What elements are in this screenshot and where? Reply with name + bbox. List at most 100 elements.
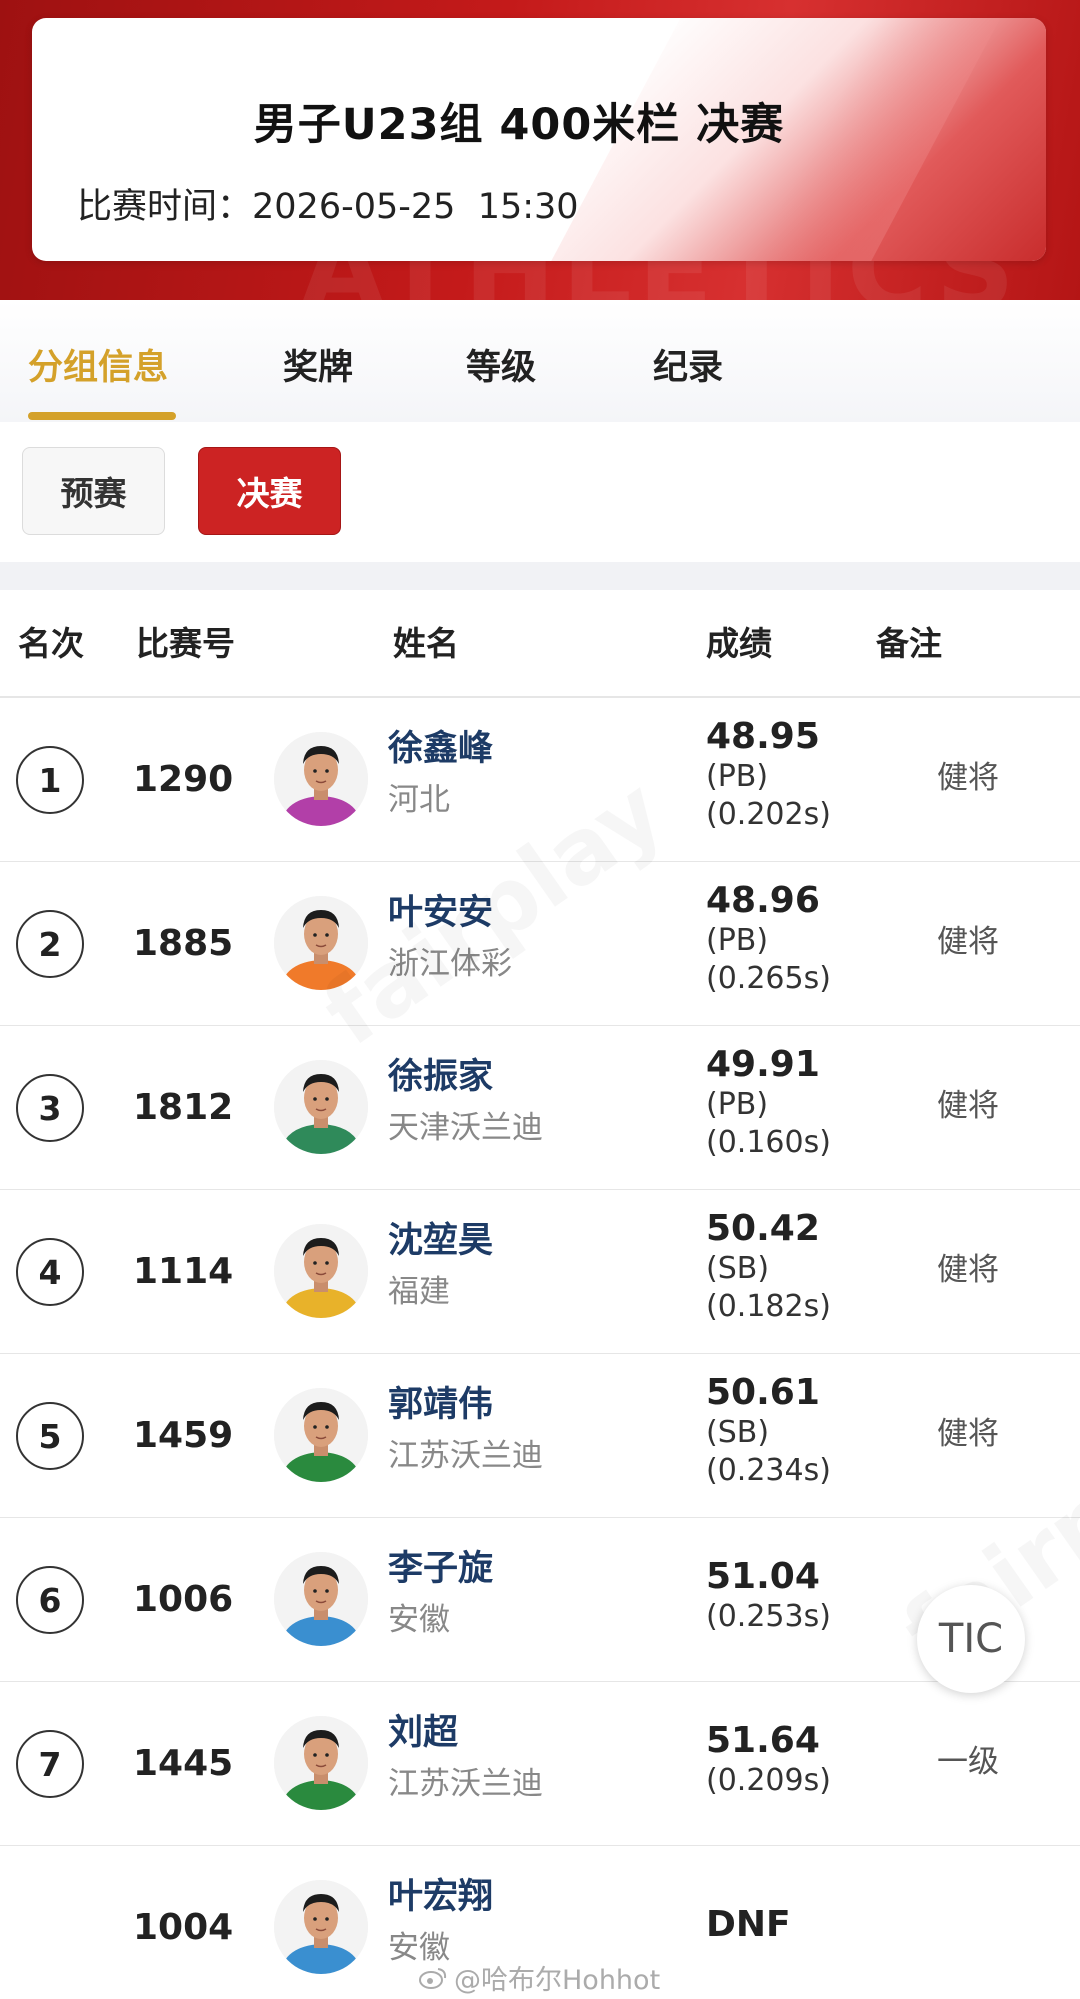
event-time-label: 比赛时间： [77, 187, 253, 227]
result-note: (SB) [706, 1251, 770, 1286]
rank-number: 5 [38, 1416, 62, 1456]
rank-badge: 6 [16, 1566, 84, 1634]
result-note: (0.234s) [706, 1453, 831, 1488]
table-row[interactable]: 4 1114 沈堃昊 福建 50.42 (SB) (0.182s) 健将 [0, 1190, 1080, 1354]
athlete-photo-icon [274, 1716, 368, 1810]
athlete-grade: 健将 [937, 1416, 999, 1452]
table-row[interactable]: 3 1812 徐振家天津沃兰迪 49.91 (PB) (0.160s) 健将 [0, 1026, 1080, 1190]
active-tab-indicator [28, 412, 176, 420]
header-banner: ATHLETICS 男子U23组 400米栏 决赛 比赛时间：2026-05-2… [0, 0, 1080, 300]
result-note: (PB) [706, 923, 769, 958]
table-row[interactable]: 2 1885 叶安安 浙江体彩 48.96 (PB) (0.265s) 健将 [0, 862, 1080, 1026]
athlete-photo-icon [274, 896, 368, 990]
tab-grades[interactable]: 等级 [466, 345, 536, 391]
tab-group-info[interactable]: 分组信息 [28, 345, 168, 391]
rank-number: 2 [38, 924, 62, 964]
result-cell: DNF [706, 1904, 791, 1946]
table-row[interactable]: 5 1459 郭靖伟 江苏沃兰迪 50.61 (SB) (0.234s) 健将 [0, 1354, 1080, 1518]
athlete-name[interactable]: 徐鑫峰 [388, 726, 493, 772]
event-card: 男子U23组 400米栏 决赛 比赛时间：2026-05-25 15:30 [32, 18, 1046, 261]
athlete-avatar [274, 1552, 368, 1646]
bib-number: 1459 [133, 1415, 234, 1456]
result-time: 48.96 [706, 880, 820, 921]
result-note: (0.182s) [706, 1289, 831, 1324]
result-time: 48.95 [706, 716, 820, 757]
weibo-icon [419, 1967, 447, 1989]
column-rank: 名次 [18, 624, 84, 663]
column-result: 成绩 [706, 624, 772, 663]
event-time: 比赛时间：2026-05-25 15:30 [77, 186, 579, 228]
rank-badge: 5 [16, 1402, 84, 1470]
athlete-name[interactable]: 刘超 [388, 1710, 458, 1756]
table-row[interactable]: 1 1290 徐鑫峰河北 48.95 (PB) (0.202s) 健将 [0, 698, 1080, 862]
athlete-avatar [274, 1716, 368, 1810]
athlete-name[interactable]: 李子旋 [388, 1546, 493, 1592]
athlete-avatar [274, 1060, 368, 1154]
column-name: 姓名 [393, 624, 459, 663]
section-divider [0, 562, 1080, 590]
credit-text: @哈布尔Hohhot [454, 1965, 661, 1996]
floating-action-button[interactable]: TIC [917, 1585, 1025, 1693]
athlete-team: 福建 [388, 1274, 450, 1310]
result-cell: 50.42 (SB) (0.182s) [706, 1208, 831, 1326]
rank-number: 1 [38, 760, 62, 800]
athlete-avatar [274, 1388, 368, 1482]
athlete-team: 天津沃兰迪 [388, 1110, 543, 1146]
result-cell: 50.61 (SB) (0.234s) [706, 1372, 831, 1490]
athlete-name[interactable]: 叶宏翔 [388, 1874, 493, 1920]
athlete-photo-icon [274, 1388, 368, 1482]
result-cell: 51.64 (0.209s) [706, 1720, 831, 1800]
result-time: DNF [706, 1904, 791, 1945]
rank-badge: 2 [16, 910, 84, 978]
table-row[interactable]: 7 1445 刘超 江苏沃兰迪 51.64 (0.209s) 一级 [0, 1682, 1080, 1846]
result-time: 51.04 [706, 1556, 820, 1597]
rank-badge: 7 [16, 1730, 84, 1798]
athlete-avatar [274, 1224, 368, 1318]
results-table-header: 名次 比赛号 姓名 成绩 备注 [0, 590, 1080, 698]
athlete-name[interactable]: 徐振家 [388, 1054, 493, 1100]
result-time: 49.91 [706, 1044, 820, 1085]
athlete-grade: 健将 [937, 924, 999, 960]
result-note: (PB) [706, 1087, 769, 1122]
round-button-final[interactable]: 决赛 [198, 447, 341, 535]
athlete-grade: 健将 [937, 760, 999, 796]
tab-records[interactable]: 纪录 [653, 345, 723, 391]
bib-number: 1812 [133, 1087, 234, 1128]
result-note: (PB) [706, 759, 769, 794]
event-title: 男子U23组 400米栏 决赛 [253, 100, 785, 150]
bib-number: 1004 [133, 1907, 234, 1948]
result-cell: 51.04 (0.253s) [706, 1556, 831, 1636]
athlete-name[interactable]: 沈堃昊 [388, 1218, 493, 1264]
event-clock: 15:30 [477, 187, 579, 227]
result-note: (0.265s) [706, 961, 831, 996]
result-cell: 48.96 (PB) (0.265s) [706, 880, 831, 998]
result-cell: 48.95 (PB) (0.202s) [706, 716, 831, 834]
rank-badge: 3 [16, 1074, 84, 1142]
result-time: 50.42 [706, 1208, 820, 1249]
rank-number: 3 [38, 1088, 62, 1128]
athlete-avatar [274, 896, 368, 990]
athlete-team: 河北 [388, 782, 450, 818]
bib-number: 1290 [133, 759, 234, 800]
rank-number: 6 [38, 1580, 62, 1620]
athlete-photo-icon [274, 1552, 368, 1646]
athlete-avatar [274, 1880, 368, 1974]
athlete-photo-icon [274, 1224, 368, 1318]
athlete-team: 浙江体彩 [388, 946, 512, 982]
tab-medals[interactable]: 奖牌 [283, 345, 353, 391]
result-note: (0.202s) [706, 797, 831, 832]
result-note: (0.253s) [706, 1599, 831, 1634]
result-time: 51.64 [706, 1720, 820, 1761]
rank-badge: 1 [16, 746, 84, 814]
table-row[interactable]: 6 1006 李子旋 安徽 51.04 (0.253s) [0, 1518, 1080, 1682]
bib-number: 1114 [133, 1251, 234, 1292]
athlete-photo-icon [274, 1880, 368, 1974]
column-bib: 比赛号 [136, 624, 235, 663]
athlete-name[interactable]: 郭靖伟 [388, 1382, 493, 1428]
athlete-name[interactable]: 叶安安 [388, 890, 493, 936]
result-note: (0.160s) [706, 1125, 831, 1160]
round-button-heats[interactable]: 预赛 [22, 447, 165, 535]
athlete-grade: 健将 [937, 1088, 999, 1124]
result-note: (SB) [706, 1415, 770, 1450]
athlete-grade: 一级 [937, 1744, 999, 1780]
